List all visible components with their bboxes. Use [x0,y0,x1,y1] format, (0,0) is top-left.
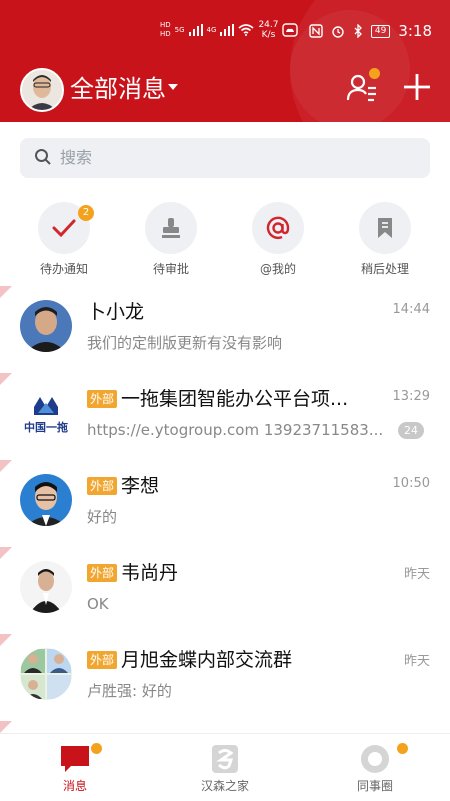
quick-action-mentions[interactable]: @我的 [236,202,320,278]
message-preview: 好的 [87,508,118,526]
message-title: 外部 一拖集团智能办公平台项... [87,385,348,413]
bluetooth-icon [354,24,362,38]
network-type-1: 5G [174,26,185,34]
signal-icon [188,24,203,36]
message-preview: 我们的定制版更新有没有影响 [87,334,283,352]
message-preview: OK [87,595,109,613]
message-row[interactable]: 中国一拖 外部 一拖集团智能办公平台项... https://e.ytogroup… [0,373,450,459]
external-tag: 外部 [87,651,118,669]
check-icon [52,219,76,238]
pinned-marker [0,547,12,559]
company-logo: 中国一拖 [20,387,72,439]
message-row[interactable]: 外部 韦尚丹 OK 昨天 [0,547,450,633]
message-preview: https://e.ytogroup.com 13923711583... [87,421,384,439]
hd-indicator: HD HD [160,21,171,38]
message-row[interactable]: 外部 李想 好的 10:50 [0,460,450,546]
quick-action-circle: 2 [38,202,94,254]
pinned-marker [0,286,12,298]
stamp-icon [162,218,180,238]
quick-action-later[interactable]: 稍后处理 [343,202,427,278]
bookmark-icon [378,218,392,238]
quick-action-circle [145,202,197,254]
notification-dot [369,68,380,79]
network-type-2: 4G [206,26,217,34]
user-avatar[interactable] [20,68,64,112]
nfc-icon [309,24,323,38]
pinned-marker [0,634,12,646]
message-title: 卜小龙 [87,301,145,323]
message-time: 13:29 [392,389,430,404]
contacts-button[interactable] [344,68,380,106]
avatar [20,474,72,526]
search-bar[interactable]: 搜索 [20,138,430,178]
cloud-app-icon [282,23,299,37]
search-icon [35,149,51,165]
hansen-logo-icon [212,745,238,773]
nav-tab-moments[interactable]: 同事圈 [300,734,450,801]
external-tag: 外部 [87,477,118,495]
at-icon [266,216,290,239]
avatar: 中国一拖 [20,387,72,439]
signal-icon [220,24,235,36]
pinned-marker [0,460,12,472]
wifi-icon [238,24,254,36]
chevron-down-icon[interactable] [168,84,178,90]
message-time: 14:44 [392,302,430,317]
message-row-partial [0,721,450,733]
message-row[interactable]: 卜小龙 我们的定制版更新有没有影响 14:44 [0,286,450,372]
quick-action-todo[interactable]: 2 待办通知 [22,202,106,278]
external-tag: 外部 [87,390,118,408]
plus-icon [404,74,430,100]
nav-tab-label: 同事圈 [356,779,393,793]
external-tag: 外部 [87,564,118,582]
user-avatar-image [22,70,62,110]
nav-tab-hansen-home[interactable]: 汉森之家 [150,734,300,801]
pinned-marker [0,373,12,385]
message-time: 昨天 [403,567,430,582]
quick-action-label: 稍后处理 [360,262,409,276]
pinned-marker [0,721,12,733]
notification-dot [397,743,408,754]
alarm-icon [332,26,344,38]
status-system: 49 3:18 [309,22,432,40]
message-icon [61,746,89,772]
badge-count: 2 [78,205,94,221]
nav-tab-messages[interactable]: 消息 [0,734,150,801]
nav-tab-label: 汉森之家 [200,779,249,793]
battery-indicator: 49 [370,24,391,38]
quick-action-label: @我的 [259,262,296,276]
add-button[interactable] [400,70,434,104]
page-title[interactable]: 全部消息 [70,72,166,106]
unread-count-badge: 24 [398,422,424,439]
bottom-nav: 消息 汉森之家 同事圈 [0,733,450,801]
message-title: 外部 韦尚丹 [87,559,178,587]
nav-tab-label: 消息 [62,779,87,793]
quick-action-approval[interactable]: 待审批 [129,202,213,278]
moments-icon [361,745,389,773]
avatar [20,561,72,613]
group-avatar [20,648,72,700]
status-network: HD HD 5G 4G 24.7 K/s [160,20,299,40]
status-bar: HD HD 5G 4G 24.7 K/s 49 3:18 [0,0,450,62]
message-title: 外部 月旭金蝶内部交流群 [87,646,292,674]
quick-action-label: 待审批 [152,262,189,276]
avatar [20,300,72,352]
svg-text:中国一拖: 中国一拖 [24,420,68,434]
message-title: 外部 李想 [87,472,159,500]
message-row[interactable]: 外部 月旭金蝶内部交流群 卢胜强: 好的 昨天 [0,634,450,720]
quick-action-circle [252,202,304,254]
message-time: 昨天 [403,654,430,669]
message-time: 10:50 [392,476,430,491]
clock: 3:18 [398,22,432,40]
network-speed: 24.7 K/s [258,20,279,40]
quick-action-label: 待办通知 [39,262,88,276]
quick-action-circle [359,202,411,254]
notification-dot [91,743,102,754]
search-placeholder: 搜索 [60,148,93,167]
app-header: HD HD 5G 4G 24.7 K/s 49 3:18 全部消息 [0,0,450,122]
message-preview: 卢胜强: 好的 [87,682,172,700]
